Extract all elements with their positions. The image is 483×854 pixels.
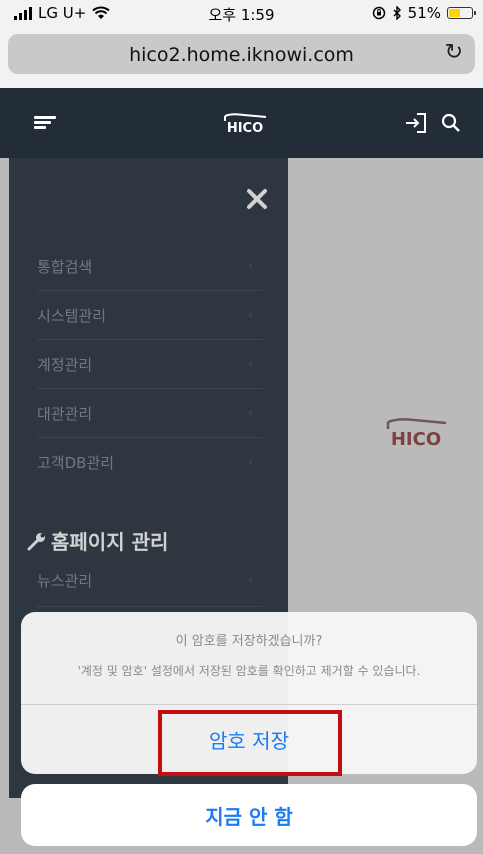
url-text: hico2.home.iknowi.com [129,44,354,66]
bluetooth-icon [393,6,401,20]
battery-percent: 51% [407,4,441,22]
status-bar: LG U+ 오후 1:59 51% [0,0,483,26]
svg-text:HICO: HICO [227,121,263,134]
highlight-box [158,710,342,776]
not-now-button[interactable]: 지금 안 함 [21,784,477,846]
search-icon[interactable] [441,113,461,133]
browser-url-bar: hico2.home.iknowi.com ↻ [0,26,483,88]
dialog-message: '계정 및 암호' 설정에서 저장된 암호를 확인하고 제거할 수 있습니다. [77,664,421,678]
url-field[interactable]: hico2.home.iknowi.com ↻ [8,34,475,74]
header-logo[interactable]: HICO [222,112,268,138]
reload-icon[interactable]: ↻ [445,40,463,65]
hamburger-menu-icon[interactable] [34,116,56,130]
battery-icon [447,7,476,19]
dialog-title: 이 암호를 저장하겠습니까? [175,634,323,649]
status-right: 51% [372,4,476,22]
login-icon[interactable] [404,112,428,134]
app-header: HICO [0,88,483,158]
orientation-lock-icon [372,6,385,20]
